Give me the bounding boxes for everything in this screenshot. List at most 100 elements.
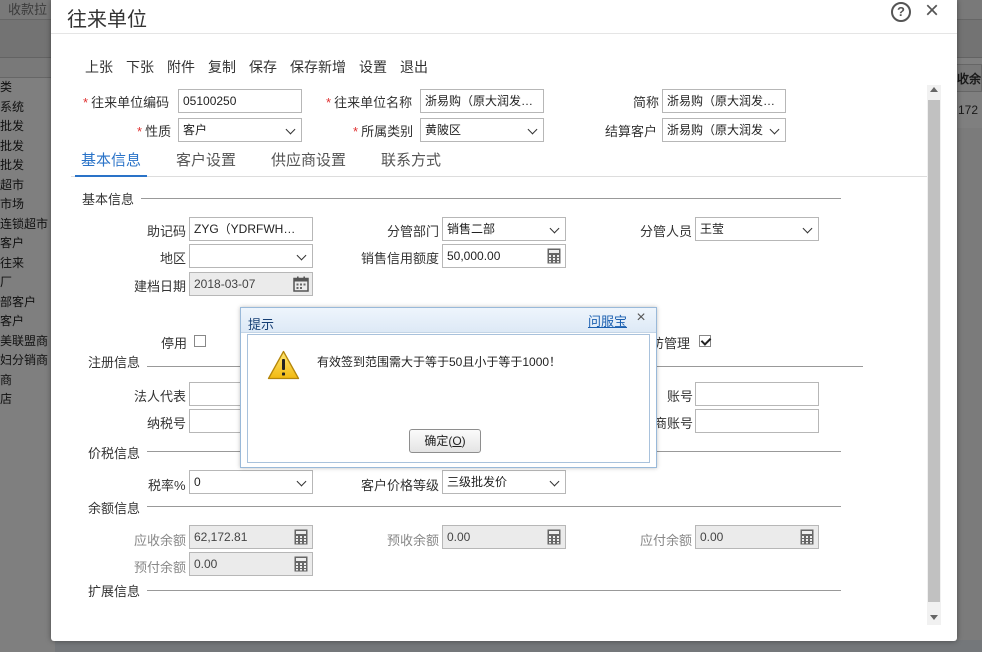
warning-icon	[267, 350, 300, 380]
toolbar-button[interactable]: 保存新增	[290, 57, 346, 77]
visit-manage-checkbox[interactable]	[699, 335, 711, 347]
prompt-title: 提示	[248, 317, 275, 332]
tab-bar: 基本信息 客户设置 供应商设置 联系方式	[81, 149, 476, 170]
toolbar-button[interactable]: 保存	[249, 57, 277, 77]
mnemonic-label: 助记码	[147, 224, 187, 239]
prepay-label: 预付余额	[134, 560, 187, 575]
calculator-icon	[294, 556, 308, 572]
credit-field[interactable]: 50,000.00	[442, 244, 566, 268]
toolbar-button[interactable]: 设置	[359, 57, 387, 77]
short-name-label: 简称	[633, 95, 660, 110]
legal-rep-label: 法人代表	[134, 389, 187, 404]
staff-select[interactable]: 王莹	[695, 217, 819, 241]
region-select[interactable]	[189, 244, 313, 268]
tab-divider	[71, 176, 941, 177]
price-level-select[interactable]: 三级批发价	[442, 470, 566, 494]
tax-account-field[interactable]	[695, 409, 819, 433]
nature-label: * 性质	[137, 124, 172, 139]
disable-label: 停用	[161, 336, 188, 351]
toolbar-button[interactable]: 上张	[85, 57, 113, 77]
help-icon[interactable]: ?	[891, 2, 911, 22]
header-divider	[51, 33, 957, 34]
basic-section-divider	[141, 198, 841, 199]
tab-item[interactable]: 基本信息	[81, 149, 141, 170]
toolbar-button[interactable]: 退出	[400, 57, 428, 77]
create-date-label: 建档日期	[134, 279, 187, 294]
category-label: * 所属类别	[353, 124, 414, 139]
scroll-up-arrow-icon[interactable]	[930, 87, 938, 92]
ok-button-label: 确定(	[424, 434, 453, 448]
nature-select[interactable]: 客户	[178, 118, 302, 142]
mnemonic-field[interactable]: ZYG（YDRFWH…	[189, 217, 313, 241]
tab-item[interactable]: 联系方式	[381, 149, 441, 170]
extension-section-title: 扩展信息	[88, 584, 141, 599]
ok-button-hotkey: O	[452, 434, 462, 448]
credit-label: 销售信用额度	[361, 251, 440, 266]
credit-value: 50,000.00	[447, 249, 501, 263]
tax-section-title: 价税信息	[88, 446, 141, 461]
tax-number-label: 纳税号	[147, 416, 187, 431]
ok-button-suffix: )	[461, 434, 466, 448]
register-section-title: 注册信息	[88, 355, 141, 370]
payable-value: 0.00	[700, 530, 724, 544]
calculator-icon	[547, 529, 561, 545]
extension-section-divider	[147, 590, 841, 591]
settle-customer-label: 结算客户	[605, 124, 658, 139]
prompt-close-icon[interactable]: ×	[634, 309, 648, 327]
balance-section-divider	[147, 506, 841, 507]
dept-label: 分管部门	[387, 224, 440, 239]
account-field[interactable]	[695, 382, 819, 406]
name-label: * 往来单位名称	[326, 95, 413, 110]
ok-button[interactable]: 确定(O)	[409, 429, 481, 453]
receivable-field: 62,172.81	[189, 525, 313, 549]
code-field[interactable]: 05100250	[178, 89, 302, 113]
region-label: 地区	[160, 251, 187, 266]
settle-customer-select[interactable]: 浙易购（原大润发	[662, 118, 786, 142]
payable-label: 应付余额	[640, 533, 693, 548]
prompt-dialog: 提示 问服宝 × 有效签到范围需大于等于50且小于等于1000！ 确定(O)	[240, 307, 657, 468]
toolbar-button[interactable]: 附件	[167, 57, 195, 77]
disable-checkbox[interactable]	[194, 335, 206, 347]
tax-rate-label: 税率%	[148, 478, 186, 493]
name-field[interactable]: 浙易购（原大润发…	[420, 89, 544, 113]
create-date-field[interactable]: 2018-03-07	[189, 272, 313, 296]
scrollbar-thumb[interactable]	[928, 100, 940, 602]
short-name-field[interactable]: 浙易购（原大润发…	[662, 89, 786, 113]
prepay-value: 0.00	[194, 557, 218, 571]
dept-select[interactable]: 销售二部	[442, 217, 566, 241]
prompt-header: 提示 问服宝 ×	[241, 308, 656, 333]
calendar-icon[interactable]	[293, 276, 309, 292]
calculator-icon[interactable]	[546, 248, 562, 264]
balance-section-title: 余额信息	[88, 501, 141, 516]
price-level-label: 客户价格等级	[361, 478, 440, 493]
staff-label: 分管人员	[640, 224, 693, 239]
create-date-value: 2018-03-07	[194, 277, 256, 291]
category-select[interactable]: 黄陂区	[420, 118, 544, 142]
tax-rate-select[interactable]: 0	[189, 470, 313, 494]
basic-section-title: 基本信息	[82, 192, 135, 207]
receivable-label: 应收余额	[134, 533, 187, 548]
close-icon[interactable]: ×	[921, 0, 943, 24]
toolbar-button[interactable]: 下张	[126, 57, 154, 77]
payable-field: 0.00	[695, 525, 819, 549]
prompt-body: 有效签到范围需大于等于50且小于等于1000！ 确定(O)	[247, 334, 650, 463]
active-tab-indicator	[75, 175, 147, 177]
help-service-link[interactable]: 问服宝	[588, 311, 627, 330]
dialog-title: 往来单位	[67, 9, 147, 31]
receivable-value: 62,172.81	[194, 530, 248, 544]
toolbar-button[interactable]: 复制	[208, 57, 236, 77]
prompt-message: 有效签到范围需大于等于50且小于等于1000！	[317, 355, 562, 369]
prereceive-field: 0.00	[442, 525, 566, 549]
prereceive-label: 预收余额	[387, 533, 440, 548]
calculator-icon	[800, 529, 814, 545]
account-label: 账号	[667, 389, 694, 404]
scroll-down-arrow-icon[interactable]	[930, 615, 938, 620]
code-label: * 往来单位编码	[83, 95, 170, 110]
vertical-scrollbar[interactable]	[927, 85, 941, 625]
toolbar: 上张 下张 附件 复制 保存 保存新增 设置 退出	[85, 57, 441, 77]
tax-account-label: 商账号	[654, 416, 694, 431]
tab-item[interactable]: 供应商设置	[271, 149, 346, 170]
calculator-icon	[294, 529, 308, 545]
prepay-field: 0.00	[189, 552, 313, 576]
tab-item[interactable]: 客户设置	[176, 149, 236, 170]
